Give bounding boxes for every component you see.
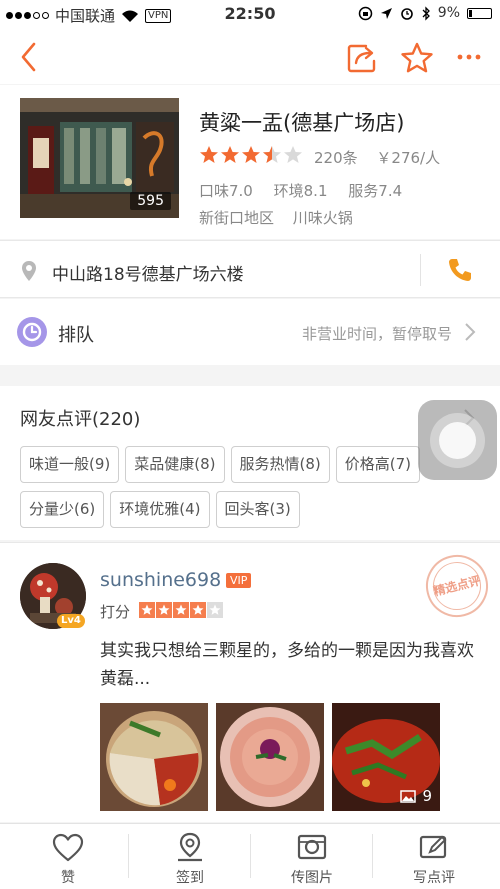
photo-count: 595 <box>130 192 171 210</box>
score-environment: 环境8.1 <box>273 182 328 200</box>
review-tag[interactable]: 味道一般(9) <box>20 446 120 483</box>
vip-badge: VIP <box>226 573 252 588</box>
review-photos: 9 <box>100 703 440 811</box>
tab-write-review[interactable]: 写点评 <box>374 824 494 889</box>
bottom-tab-bar: 赞 签到 传图片 写点评 <box>0 823 500 889</box>
chevron-left-icon[interactable] <box>16 40 42 74</box>
tab-label: 传图片 <box>291 870 333 886</box>
status-bar: 中国联通 VPN 22:50 9% <box>0 0 500 30</box>
shop-scores: 口味7.0 环境8.1 服务7.4 <box>199 180 418 201</box>
star-full-icon <box>242 146 260 163</box>
address-row[interactable]: 中山路18号德基广场六楼 <box>0 240 500 298</box>
score-service: 服务7.4 <box>348 182 403 200</box>
score-label: 打分 <box>100 603 131 621</box>
nav-bar <box>0 30 500 84</box>
star-outline-icon[interactable] <box>400 41 434 75</box>
tab-label: 赞 <box>61 870 75 886</box>
more-photos-count: 9 <box>400 787 432 805</box>
review-username[interactable]: sunshine698 <box>100 569 221 591</box>
share-icon[interactable] <box>346 42 378 74</box>
camera-icon <box>297 834 327 860</box>
review-tag[interactable]: 服务热情(8) <box>230 446 330 483</box>
review-tag[interactable]: 环境优雅(4) <box>110 491 210 528</box>
review-tag[interactable]: 分量少(6) <box>20 491 105 528</box>
tab-checkin[interactable]: 签到 <box>130 824 250 889</box>
alarm-icon <box>400 8 413 20</box>
user-level-badge: Lv4 <box>57 614 85 628</box>
shop-name: 黄粱一盂(德基广场店) <box>199 111 405 135</box>
rating-stars <box>199 145 303 165</box>
tab-label: 写点评 <box>413 870 455 886</box>
star-empty-icon <box>284 146 302 163</box>
review-tag[interactable]: 回头客(3) <box>215 491 300 528</box>
image-icon <box>400 789 417 803</box>
review-card[interactable]: Lv4 sunshine698 VIP 打分 精选点评 其实我只想给三颗星的，多… <box>0 542 500 822</box>
review-count: 220条 <box>314 149 358 167</box>
heart-icon <box>52 833 84 862</box>
battery-icon <box>467 7 492 19</box>
orientation-lock-icon <box>358 6 373 20</box>
review-tag[interactable]: 菜品健康(8) <box>125 446 225 483</box>
shop-area: 新街口地区 <box>199 209 275 227</box>
review-photo[interactable] <box>100 703 208 811</box>
tab-divider <box>250 834 251 878</box>
bluetooth-icon <box>422 5 430 21</box>
star-full-icon <box>173 602 189 618</box>
price-per-person: ￥276/人 <box>376 149 441 167</box>
featured-review-stamp: 精选点评 <box>419 548 495 624</box>
photo-more-count: 9 <box>422 787 432 805</box>
queue-status: 非营业时间，暂停取号 <box>301 325 452 343</box>
chevron-right-icon <box>465 323 476 341</box>
tag-row-2: 分量少(6) 环境优雅(4) 回头客(3) <box>20 491 300 528</box>
shop-photo[interactable]: 595 <box>20 98 179 218</box>
tag-row-1: 味道一般(9) 菜品健康(8) 服务热情(8) 价格高(7) <box>20 446 420 483</box>
location-arrow-icon <box>380 7 392 19</box>
score-taste: 口味7.0 <box>199 182 253 200</box>
tab-upload-photo[interactable]: 传图片 <box>252 824 372 889</box>
tab-like[interactable]: 赞 <box>8 824 128 889</box>
star-full-icon <box>221 146 239 163</box>
reviews-title[interactable]: 网友点评(220) <box>20 405 140 431</box>
queue-label: 排队 <box>58 325 94 346</box>
more-dots-icon[interactable] <box>456 52 482 62</box>
star-full-icon <box>139 602 155 618</box>
review-stars <box>139 602 223 618</box>
queue-row[interactable]: 排队 非营业时间，暂停取号 <box>0 299 500 365</box>
star-empty-icon <box>207 602 223 618</box>
shop-header[interactable]: 595 黄粱一盂(德基广场店) 220条 ￥276/人 口味7.0 环境8.1 … <box>0 85 500 239</box>
map-pin-icon <box>178 832 202 862</box>
star-full-icon <box>200 146 218 163</box>
star-full-icon <box>156 602 172 618</box>
review-tag[interactable]: 价格高(7) <box>335 446 420 483</box>
review-photo[interactable]: 9 <box>332 703 440 811</box>
shop-category: 川味火锅 <box>292 209 353 227</box>
review-text[interactable]: 其实我只想给三颗星的，多给的一颗是因为我喜欢黄磊... <box>100 637 480 693</box>
battery-percent: 9% <box>437 5 460 21</box>
shop-meta: 220条 ￥276/人 <box>314 147 454 168</box>
tab-label: 签到 <box>176 870 204 886</box>
phone-icon[interactable] <box>447 257 473 283</box>
star-full-icon <box>190 602 206 618</box>
location-pin-icon <box>22 261 36 281</box>
edit-icon <box>419 835 447 859</box>
address-divider <box>420 254 421 286</box>
status-right: 9% <box>358 5 492 21</box>
tab-divider <box>128 834 129 878</box>
star-half-icon <box>263 146 281 163</box>
clock-icon <box>17 317 47 347</box>
shop-tags: 新街口地区 川味火锅 <box>199 207 367 228</box>
review-photo[interactable] <box>216 703 324 811</box>
tab-divider <box>372 834 373 878</box>
assistive-touch-button[interactable] <box>418 400 497 480</box>
address-text: 中山路18号德基广场六楼 <box>52 265 244 285</box>
